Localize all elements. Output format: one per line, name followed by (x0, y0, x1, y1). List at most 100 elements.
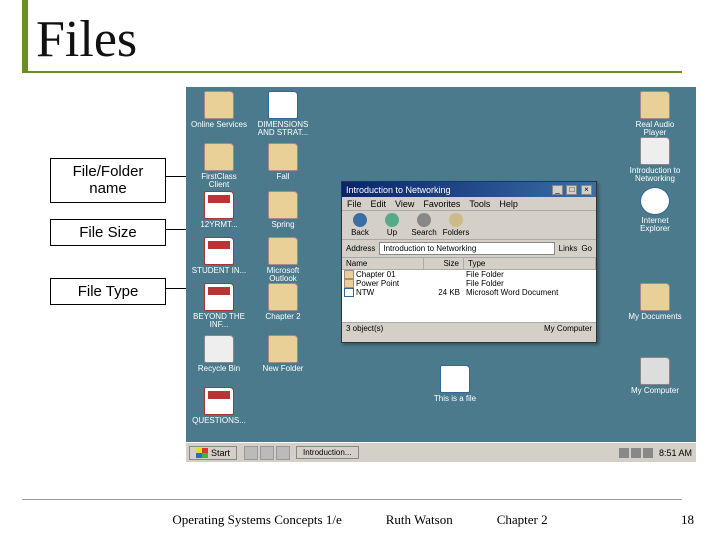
desktop-icon[interactable]: FirstClass Client (190, 143, 248, 190)
desktop-icon[interactable]: BEYOND THE INF... (190, 283, 248, 330)
col-name[interactable]: Name (342, 258, 424, 269)
slide-title: Files (36, 10, 137, 69)
file-size: 24 KB (426, 288, 466, 297)
links-label[interactable]: Links (559, 244, 578, 253)
desktop-icon[interactable]: This is a file (426, 365, 484, 403)
close-button[interactable]: × (581, 185, 592, 195)
desktop-icon[interactable]: DIMENSIONS AND STRAT... (254, 91, 312, 138)
desktop-icon[interactable]: Recycle Bin (190, 335, 248, 373)
callout-file-type: File Type (50, 278, 166, 305)
icon-label: DIMENSIONS AND STRAT... (258, 120, 309, 137)
icon-label: Real Audio Player (636, 120, 675, 137)
tray-icon[interactable] (619, 448, 629, 458)
desktop-icon[interactable]: My Computer (626, 357, 684, 395)
minimize-button[interactable]: _ (552, 185, 563, 195)
tray-icon[interactable] (631, 448, 641, 458)
menu-bar: File Edit View Favorites Tools Help (342, 197, 596, 211)
folder-icon (344, 279, 354, 288)
column-headers: Name Size Type (342, 258, 596, 270)
icon-label: Online Services (191, 120, 247, 129)
desktop-icon[interactable]: 12YRMT... (190, 191, 248, 229)
search-button[interactable]: Search (410, 213, 438, 237)
desktop-icon[interactable]: Chapter 2 (254, 283, 312, 321)
status-bar: 3 object(s) My Computer (342, 322, 596, 334)
back-button[interactable]: Back (346, 213, 374, 237)
desktop-icon[interactable]: My Documents (626, 283, 684, 321)
window-titlebar[interactable]: Introduction to Networking _ □ × (342, 182, 596, 197)
desktop-icon[interactable]: Fall (254, 143, 312, 181)
file-name: Chapter 01 (356, 270, 396, 279)
maximize-button[interactable]: □ (566, 185, 577, 195)
icon-label: Internet Explorer (640, 216, 670, 233)
list-item[interactable]: NTW 24 KB Microsoft Word Document (342, 288, 596, 297)
icon-label: STUDENT IN... (192, 266, 247, 275)
folders-button[interactable]: Folders (442, 213, 470, 237)
quick-launch-item[interactable] (276, 446, 290, 460)
menu-view[interactable]: View (395, 199, 414, 209)
icon-label: Recycle Bin (198, 364, 240, 373)
file-type: File Folder (466, 279, 594, 288)
system-tray: 8:51 AM (615, 448, 696, 458)
desktop-icon[interactable]: Microsoft Outlook (254, 237, 312, 284)
desktop-icon[interactable]: Real Audio Player (626, 91, 684, 138)
folder-icon (344, 270, 354, 279)
quick-launch-item[interactable] (260, 446, 274, 460)
desktop-icon[interactable]: STUDENT IN... (190, 237, 248, 275)
menu-file[interactable]: File (347, 199, 362, 209)
file-type: Microsoft Word Document (466, 288, 594, 297)
taskbar-window-button[interactable]: Introduction... (296, 446, 358, 459)
desktop-icon[interactable]: QUESTIONS... (190, 387, 248, 425)
icon-label: Introduction to Networking (630, 166, 681, 183)
window-title: Introduction to Networking (346, 185, 451, 195)
footer-rule (22, 499, 682, 500)
quick-launch-item[interactable] (244, 446, 258, 460)
file-name: Power Point (356, 279, 399, 288)
quick-launch (244, 446, 290, 460)
icon-label: BEYOND THE INF... (193, 312, 245, 329)
icon-label: New Folder (263, 364, 304, 373)
icon-label: Chapter 2 (265, 312, 300, 321)
toolbar-label: Up (387, 228, 397, 237)
title-underline (22, 71, 682, 73)
col-type[interactable]: Type (464, 258, 596, 269)
list-item[interactable]: Power Point File Folder (342, 279, 596, 288)
menu-edit[interactable]: Edit (371, 199, 387, 209)
callout-file-folder-name: File/Folder name (50, 158, 166, 203)
taskbar: Start Introduction... 8:51 AM (186, 442, 696, 462)
toolbar-label: Back (351, 228, 369, 237)
icon-label: My Computer (631, 386, 679, 395)
icon-label: Spring (271, 220, 294, 229)
desktop-icon[interactable]: Internet Explorer (626, 187, 684, 234)
file-name: NTW (356, 288, 374, 297)
file-size (426, 270, 466, 279)
footer-book: Operating Systems Concepts 1/e (172, 512, 341, 528)
desktop-icon[interactable]: Online Services (190, 91, 248, 129)
page-number: 18 (681, 512, 694, 528)
address-input[interactable] (379, 242, 554, 255)
menu-tools[interactable]: Tools (469, 199, 490, 209)
desktop-icon[interactable]: New Folder (254, 335, 312, 373)
tray-icon[interactable] (643, 448, 653, 458)
status-objects: 3 object(s) (346, 324, 383, 333)
icon-label: Fall (277, 172, 290, 181)
icon-label: My Documents (628, 312, 681, 321)
list-item[interactable]: Chapter 01 File Folder (342, 270, 596, 279)
go-button[interactable]: Go (581, 244, 592, 253)
icon-label: Microsoft Outlook (267, 266, 299, 283)
up-button[interactable]: Up (378, 213, 406, 237)
menu-help[interactable]: Help (499, 199, 518, 209)
desktop-icon[interactable]: Spring (254, 191, 312, 229)
file-size (426, 279, 466, 288)
address-label: Address (346, 244, 375, 253)
menu-favorites[interactable]: Favorites (423, 199, 460, 209)
col-size[interactable]: Size (424, 258, 464, 269)
windows-desktop: Online Services DIMENSIONS AND STRAT... … (186, 87, 696, 462)
file-list: Chapter 01 File Folder Power Point File … (342, 270, 596, 322)
start-label: Start (211, 448, 230, 458)
icon-label: This is a file (434, 394, 476, 403)
toolbar-label: Search (411, 228, 436, 237)
slide-footer: Operating Systems Concepts 1/e Ruth Wats… (0, 512, 720, 528)
desktop-icon[interactable]: Introduction to Networking (626, 137, 684, 184)
start-button[interactable]: Start (189, 446, 237, 460)
file-type: File Folder (466, 270, 594, 279)
